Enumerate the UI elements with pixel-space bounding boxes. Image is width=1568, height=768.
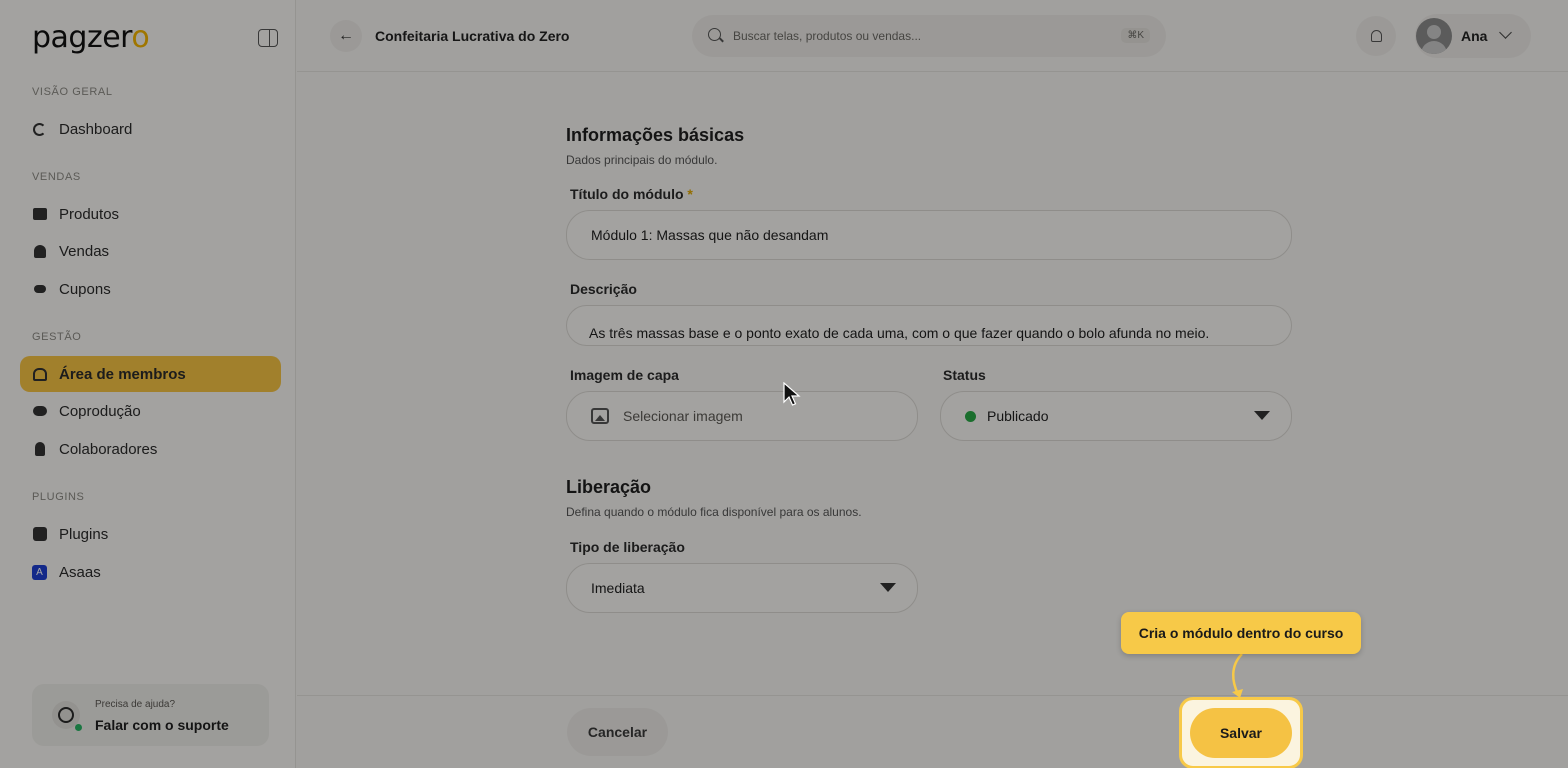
sidebar-item-label: Coprodução: [59, 402, 141, 420]
sidebar-item-products[interactable]: Produtos: [20, 196, 281, 232]
top-bar: ← Confeitaria Lucrativa do Zero ⌘K Ana: [297, 0, 1568, 72]
search-bar[interactable]: ⌘K: [692, 15, 1166, 57]
required-mark: *: [687, 186, 693, 202]
cancel-button[interactable]: Cancelar: [567, 708, 668, 756]
sidebar-item-label: Produtos: [59, 205, 120, 223]
status-label: Status: [943, 367, 986, 383]
section-subheading-basic: Dados principais do módulo.: [566, 153, 718, 167]
tour-tooltip: Cria o módulo dentro do curso: [1121, 612, 1361, 654]
image-icon: [591, 408, 609, 424]
sidebar-item-plugins[interactable]: Plugins: [20, 516, 281, 552]
arrow-left-icon: ←: [338, 27, 354, 44]
sidebar-item-label: Colaboradores: [59, 440, 158, 458]
mouse-cursor-icon: [783, 382, 801, 406]
sidebar-item-members-area[interactable]: Área de membros: [20, 356, 281, 392]
avatar: [1416, 18, 1452, 54]
section-title-overview: VISÃO GERAL: [32, 86, 113, 98]
title-input-value: Módulo 1: Massas que não desandam: [591, 227, 829, 243]
sidebar-toggle-icon[interactable]: [258, 29, 278, 47]
handshake-icon: [32, 404, 47, 419]
description-textarea[interactable]: As três massas base e o ponto exato de c…: [566, 305, 1292, 346]
products-icon: [32, 207, 47, 222]
tooltip-connector: [1232, 653, 1243, 698]
status-value: Publicado: [987, 408, 1049, 424]
dashboard-icon: [32, 122, 47, 137]
user-icon: [32, 442, 47, 457]
title-input[interactable]: Módulo 1: Massas que não desandam: [566, 210, 1292, 260]
release-type-value: Imediata: [591, 580, 645, 596]
cover-image-picker[interactable]: Selecionar imagem: [566, 391, 918, 441]
section-title-sales: VENDAS: [32, 171, 81, 183]
description-label: Descrição: [570, 281, 637, 297]
sidebar-item-sales[interactable]: Vendas: [20, 233, 281, 269]
sidebar-item-label: Área de membros: [59, 365, 186, 383]
search-icon: [708, 28, 721, 41]
logo[interactable]: pagzero: [32, 20, 150, 55]
notifications-button[interactable]: [1356, 16, 1396, 56]
caret-down-icon: [880, 583, 896, 592]
search-input[interactable]: [733, 26, 1103, 46]
user-name: Ana: [1461, 28, 1488, 44]
back-button[interactable]: ←: [330, 20, 362, 52]
sidebar-item-label: Plugins: [59, 525, 109, 543]
sidebar-item-label: Vendas: [59, 242, 110, 260]
bell-icon: [1370, 30, 1382, 42]
sidebar-item-dashboard[interactable]: Dashboard: [20, 111, 281, 147]
asaas-icon: A: [32, 564, 47, 580]
cover-image-placeholder: Selecionar imagem: [623, 408, 743, 424]
release-type-select[interactable]: Imediata: [566, 563, 918, 613]
section-title-plugins: PLUGINS: [32, 491, 85, 503]
save-button[interactable]: Salvar: [1190, 708, 1292, 758]
section-subheading-release: Defina quando o módulo fica disponível p…: [566, 505, 862, 519]
sidebar-item-label: Asaas: [59, 563, 101, 581]
sidebar-item-label: Cupons: [59, 280, 111, 298]
section-heading-release: Liberação: [566, 477, 652, 497]
status-dot: [965, 410, 976, 422]
user-menu[interactable]: Ana: [1415, 14, 1531, 58]
sidebar-item-asaas[interactable]: A Asaas: [20, 554, 281, 590]
support-card[interactable]: Precisa de ajuda? Falar com o suporte: [32, 684, 269, 746]
online-indicator: [75, 724, 82, 731]
page-title: Confeitaria Lucrativa do Zero: [375, 28, 570, 44]
section-heading-basic: Informações básicas: [566, 125, 745, 145]
shortcut-badge: ⌘K: [1121, 28, 1150, 43]
title-label: Título do módulo *: [570, 186, 693, 202]
sidebar-item-label: Dashboard: [59, 120, 133, 138]
puzzle-icon: [32, 527, 47, 542]
caret-down-icon: [1254, 411, 1270, 420]
description-value: As três massas base e o ponto exato de c…: [589, 325, 1210, 341]
support-caption: Precisa de ajuda?: [95, 699, 176, 710]
cover-image-label: Imagem de capa: [570, 367, 679, 383]
status-select[interactable]: Publicado: [940, 391, 1292, 441]
support-link[interactable]: Falar com o suporte: [95, 717, 229, 733]
form-footer: [297, 695, 1568, 768]
members-icon: [32, 367, 47, 382]
coupon-icon: [32, 282, 47, 297]
section-title-management: GESTÃO: [32, 331, 82, 343]
sales-icon: [32, 244, 47, 259]
sidebar-item-coupons[interactable]: Cupons: [20, 271, 281, 307]
sidebar: pagzero VISÃO GERAL Dashboard VENDAS Pro…: [0, 0, 296, 768]
chevron-down-icon: [1499, 26, 1512, 39]
sidebar-item-collaborators[interactable]: Colaboradores: [20, 431, 281, 467]
release-type-label: Tipo de liberação: [570, 539, 685, 555]
sidebar-item-coproduction[interactable]: Coprodução: [20, 393, 281, 429]
